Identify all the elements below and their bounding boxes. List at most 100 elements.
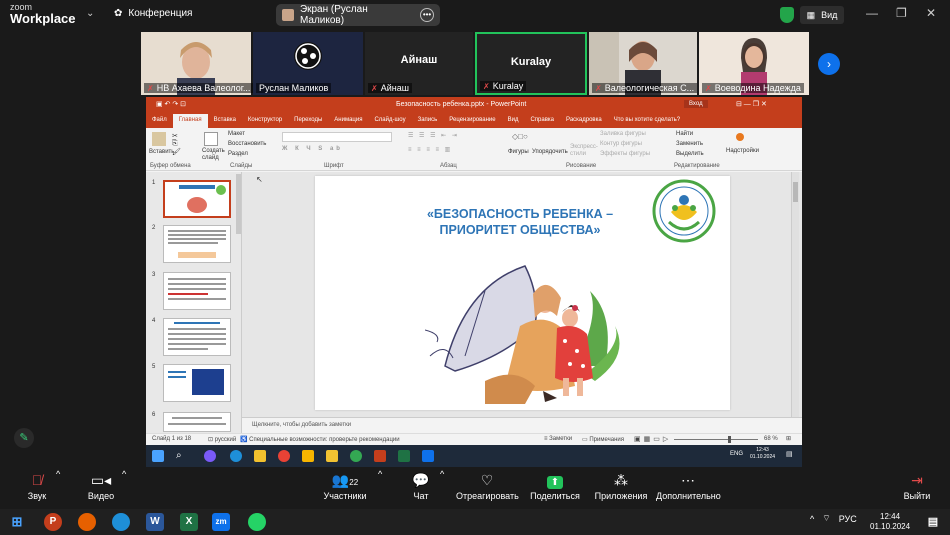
tab-review[interactable]: Рецензирование — [443, 114, 501, 128]
firefox-icon[interactable] — [78, 513, 96, 531]
chevron-up-icon[interactable]: ^ — [56, 469, 60, 479]
tab-file[interactable]: Файл — [146, 114, 173, 128]
slide-thumbnail[interactable] — [163, 180, 231, 218]
paste-button[interactable]: Вставить — [149, 149, 174, 155]
font-family-field[interactable] — [282, 132, 392, 142]
font-format-icons[interactable]: Ж К Ч S ab — [282, 146, 343, 152]
participant-tile[interactable]: ✗ Валеологическая С... — [589, 32, 698, 95]
edge-icon[interactable] — [112, 513, 130, 531]
editor-scrollbar[interactable] — [791, 172, 799, 417]
tab-home[interactable]: Главная — [172, 114, 208, 128]
express-styles-button[interactable]: Экспресс-стили — [570, 144, 598, 157]
chat-button[interactable]: 💬 Чат — [406, 469, 436, 501]
excel-icon[interactable] — [398, 450, 410, 462]
word-icon[interactable]: W — [146, 513, 164, 531]
create-slide-button[interactable]: Создать слайд — [202, 148, 228, 161]
tab-insert[interactable]: Вставка — [208, 114, 242, 128]
chevron-up-icon[interactable]: ^ — [378, 469, 382, 479]
shape-effects-button[interactable]: Эффекты фигуры — [600, 151, 650, 157]
leave-button[interactable]: ⇥ Выйти — [900, 469, 934, 501]
fit-slide-icon[interactable]: ⊞ — [786, 435, 791, 442]
chevron-up-icon[interactable]: ^ — [810, 514, 814, 524]
section-button[interactable]: Раздел — [228, 151, 248, 157]
conference-label[interactable]: ✿ Конференция — [114, 8, 192, 19]
shape-fill-button[interactable]: Заливка фигуры — [600, 131, 646, 137]
slide-thumbnail[interactable] — [163, 412, 231, 432]
notification-icon[interactable]: ▤ — [924, 513, 942, 531]
tell-me-input[interactable]: Что вы хотите сделать? — [608, 114, 686, 128]
inner-clock[interactable]: 12:43 01.10.2024 — [750, 447, 775, 460]
cut-copy-icons[interactable]: ✂ ⎘ 🖌 — [172, 132, 181, 156]
shapes-button[interactable]: Фигуры — [508, 149, 529, 155]
excel-icon[interactable]: X — [180, 513, 198, 531]
slide-thumbnail[interactable] — [163, 364, 231, 402]
slide-thumbnail[interactable] — [163, 225, 231, 263]
chevron-right-icon[interactable]: › — [818, 53, 840, 75]
view-mode-icons[interactable]: ▣▦▭▷ — [634, 435, 671, 443]
participant-tile-active[interactable]: Kuralay ✗ Kuralay — [475, 32, 587, 95]
share-button[interactable]: ⬆ Поделиться — [530, 469, 580, 501]
network-icon[interactable]: ⌔ — [822, 513, 830, 524]
notes-button[interactable]: ≡ Заметки — [544, 436, 572, 442]
chevron-down-icon[interactable]: ⌄ — [86, 8, 94, 19]
annotate-pen-icon[interactable]: ✎ — [14, 428, 34, 448]
tab-design[interactable]: Конструктор — [242, 114, 288, 128]
paragraph-icons[interactable]: ☰ ☰ ☰ ⇤ ⇥ — [408, 132, 459, 139]
more-options-icon[interactable]: ••• — [420, 8, 434, 22]
comments-button[interactable]: ▭ Примечания — [582, 436, 624, 443]
view-button[interactable]: ▦ Вид — [800, 6, 844, 24]
tab-view[interactable]: Вид — [502, 114, 525, 128]
input-language[interactable]: РУС — [839, 514, 857, 524]
shapes-icon[interactable]: ◇□○ — [512, 132, 528, 141]
tab-help[interactable]: Справка — [524, 114, 560, 128]
new-slide-icon[interactable] — [204, 132, 218, 146]
tab-slideshow[interactable]: Слайд-шоу — [368, 114, 411, 128]
participant-tile[interactable]: Айнаш ✗ Айнаш — [365, 32, 473, 95]
arrange-button[interactable]: Упорядочить — [532, 149, 568, 155]
participant-tile[interactable]: Руслан Маликов — [253, 32, 363, 95]
reset-button[interactable]: Восстановить — [228, 141, 266, 147]
media-icon[interactable] — [326, 450, 338, 462]
align-icons[interactable]: ≡ ≡ ≡ ≡ ▥ — [408, 146, 452, 153]
chrome-icon[interactable] — [278, 450, 290, 462]
paste-icon[interactable] — [152, 132, 166, 146]
windows-start-icon[interactable] — [152, 450, 164, 462]
zoom-icon[interactable]: zm — [212, 513, 230, 531]
scroll-thumb[interactable] — [793, 182, 798, 202]
inner-lang[interactable]: ENG — [730, 451, 743, 457]
tab-storyboard[interactable]: Раскадровка — [560, 114, 608, 128]
windows-start-icon[interactable]: ⊞ — [8, 513, 26, 531]
zoom-icon[interactable] — [422, 450, 434, 462]
chrome-icon[interactable] — [350, 450, 362, 462]
accessibility-status[interactable]: ♿ Специальные возможности: проверьте рек… — [240, 436, 400, 443]
chevron-up-icon[interactable]: ^ — [122, 469, 126, 479]
video-button[interactable]: ▭◂ Видео — [84, 469, 118, 501]
zoom-level[interactable]: 68 % — [764, 436, 778, 442]
tab-record[interactable]: Запись — [412, 114, 444, 128]
chevron-up-icon[interactable]: ^ — [440, 469, 444, 479]
thumb-scrollbar[interactable] — [236, 174, 241, 234]
login-button[interactable]: Вход — [684, 100, 708, 108]
more-button[interactable]: ⋯ Дополнительно — [656, 469, 721, 501]
window-controls-icon[interactable]: ⊟ — ❐ ✕ — [736, 100, 767, 108]
search-icon[interactable]: ⌕ — [176, 450, 188, 462]
slide-thumbnail[interactable] — [163, 318, 231, 356]
slide[interactable]: «БЕЗОПАСНОСТЬ РЕБЕНКА – ПРИОРИТЕТ ОБЩЕСТ… — [315, 176, 730, 410]
powerpoint-icon[interactable]: P — [44, 513, 62, 531]
screen-share-indicator[interactable]: Экран (Руслан Маликов) ••• — [276, 4, 440, 26]
select-button[interactable]: Выделить — [676, 151, 704, 157]
taskbar-clock[interactable]: 12:44 01.10.2024 — [870, 512, 910, 531]
edge-icon[interactable] — [230, 450, 242, 462]
powerpoint-icon[interactable] — [374, 450, 386, 462]
notes-pane[interactable]: Щелкните, чтобы добавить заметки — [242, 417, 802, 433]
zoom-slider[interactable] — [674, 439, 758, 440]
app-icon[interactable] — [302, 450, 314, 462]
whatsapp-icon[interactable] — [248, 513, 266, 531]
replace-button[interactable]: Заменить — [676, 141, 703, 147]
react-button[interactable]: ♡ Отреагировать — [456, 469, 519, 501]
folder-icon[interactable] — [254, 450, 266, 462]
shape-outline-button[interactable]: Контур фигуры — [600, 141, 642, 147]
participant-tile[interactable]: ✗ НВ Ахаева Валеолог... — [141, 32, 254, 95]
layout-button[interactable]: Макет — [228, 131, 245, 137]
participant-tile[interactable]: ✗ Воеводина Надежда — [699, 32, 809, 95]
